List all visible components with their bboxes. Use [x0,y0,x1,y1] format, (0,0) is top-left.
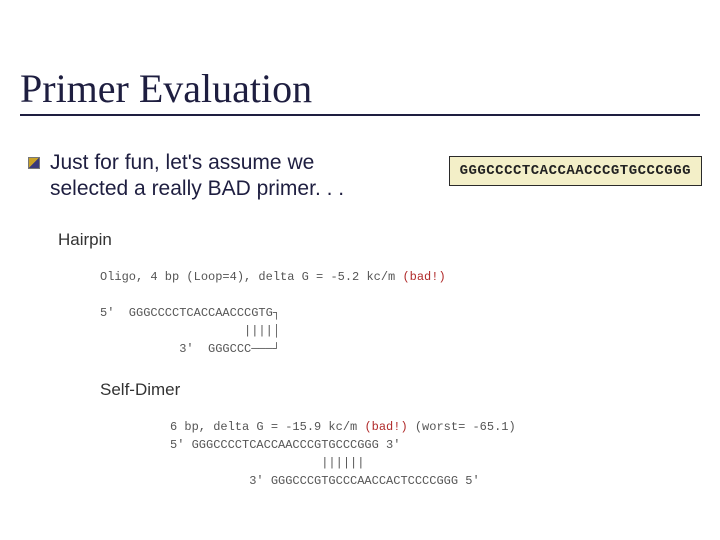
selfdimer-bad-flag: (bad!) [364,420,407,434]
hairpin-line1-pre: Oligo, 4 bp (Loop=4), delta G = -5.2 kc/… [100,270,402,284]
selfdimer-line1-post: (worst= -65.1) [408,420,516,434]
hairpin-line3: ||||│ [100,324,280,338]
selfdimer-output: 6 bp, delta G = -15.9 kc/m (bad!) (worst… [170,418,516,490]
bullet-icon [28,157,40,169]
title-block: Primer Evaluation [20,68,700,116]
title-underline [20,114,700,116]
selfdimer-line1-pre: 6 bp, delta G = -15.9 kc/m [170,420,364,434]
hairpin-output: Oligo, 4 bp (Loop=4), delta G = -5.2 kc/… [100,268,446,358]
slide-title: Primer Evaluation [20,68,700,110]
selfdimer-line4: 3' GGGCCCGTGCCCAACCACTCCCCGGG 5' [170,474,480,488]
primer-sequence-box: GGGCCCCTCACCAACCCGTGCCCGGG [449,156,702,186]
hairpin-line4: 3' GGGCCC───┘ [100,342,280,356]
selfdimer-line3: |||||| [170,456,364,470]
hairpin-bad-flag: (bad!) [402,270,445,284]
hairpin-line2: 5' GGGCCCCTCACCAACCCGTG┐ [100,306,280,320]
selfdimer-line2: 5' GGGCCCCTCACCAACCCGTGCCCGGG 3' [170,438,400,452]
bullet-text: Just for fun, let's assume we selected a… [50,150,388,203]
hairpin-label: Hairpin [58,230,112,250]
slide: Primer Evaluation Just for fun, let's as… [0,0,720,540]
bullet-row: Just for fun, let's assume we selected a… [28,150,388,203]
selfdimer-label: Self-Dimer [100,380,180,400]
